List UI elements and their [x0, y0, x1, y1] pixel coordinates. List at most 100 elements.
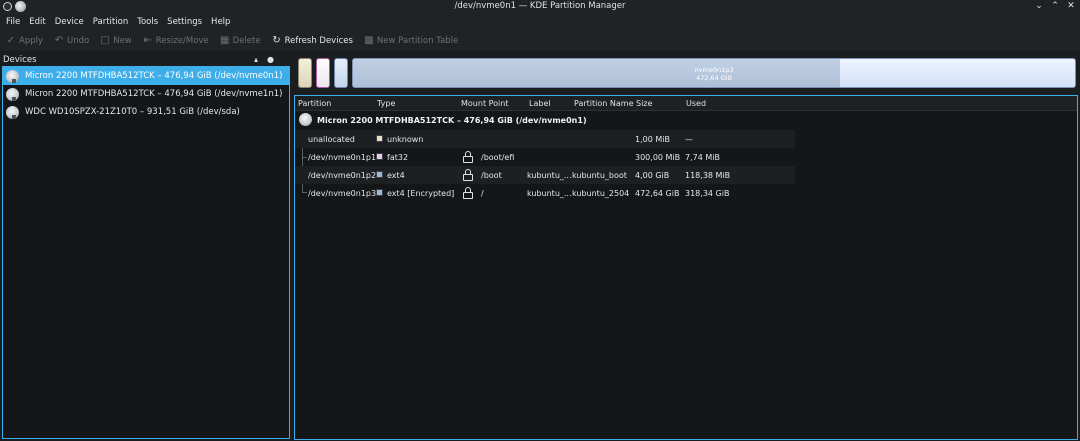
- device-item[interactable]: Micron 2200 MTFDHBA512TCK – 476,94 GiB (…: [3, 85, 289, 103]
- maximize-icon[interactable]: ⌃: [1050, 2, 1060, 12]
- table-header: Partition Type Mount Point Label Partiti…: [295, 96, 1077, 111]
- new-button[interactable]: □ New: [100, 35, 132, 46]
- partition-segment-p2[interactable]: [334, 58, 348, 88]
- menu-bar: File Edit Device Partition Tools Setting…: [0, 14, 1080, 30]
- cell-partition: /dev/nvme0n1p3: [308, 189, 377, 198]
- menu-settings[interactable]: Settings: [167, 17, 202, 27]
- cell-partition: unallocated: [308, 135, 355, 144]
- partition-segment-label: nvme0n1p3: [694, 66, 734, 74]
- cell-used: 7,74 MiB: [685, 153, 720, 162]
- menu-file[interactable]: File: [6, 17, 20, 27]
- column-header-partition[interactable]: Partition: [298, 99, 331, 108]
- toolbar: ✓ Apply ↶ Undo □ New ⇤ Resize/Move ▦ Del…: [0, 30, 1080, 52]
- cell-used: —: [685, 135, 693, 144]
- partition-segment-p3[interactable]: nvme0n1p3 472,64 GiB: [352, 58, 1076, 88]
- delete-button[interactable]: ▦ Delete: [219, 34, 261, 46]
- cell-size: 1,00 MiB: [635, 135, 670, 144]
- table-row[interactable]: /dev/nvme0n1p1 fat32 /boot/efi 300,00 Mi…: [295, 148, 795, 166]
- cell-mount-point: /: [481, 189, 484, 198]
- device-label: WDC WD10SPZX-21Z10T0 – 931,51 GiB (/dev/…: [25, 107, 240, 117]
- refresh-devices-button[interactable]: ↻ Refresh Devices: [272, 34, 353, 46]
- table-row[interactable]: /dev/nvme0n1p3 ext4 [Encrypted] / kubunt…: [295, 184, 795, 202]
- refresh-devices-label: Refresh Devices: [284, 35, 353, 46]
- new-table-icon: ▩: [364, 34, 374, 46]
- resize-move-button[interactable]: ⇤ Resize/Move: [143, 34, 209, 46]
- column-header-type[interactable]: Type: [377, 99, 395, 108]
- menu-tools[interactable]: Tools: [137, 17, 158, 27]
- close-icon[interactable]: ✕: [1066, 2, 1076, 12]
- new-partition-table-button[interactable]: ▩ New Partition Table: [364, 34, 459, 46]
- cell-size: 300,00 MiB: [635, 153, 681, 162]
- column-header-mount-point[interactable]: Mount Point: [461, 99, 508, 108]
- type-color-swatch: [376, 171, 383, 178]
- lock-icon: [463, 151, 473, 163]
- apply-label: Apply: [19, 35, 43, 46]
- undo-icon: ↶: [54, 34, 64, 46]
- minimize-icon[interactable]: ⌄: [1034, 2, 1044, 12]
- cell-size: 472,64 GiB: [635, 189, 680, 198]
- table-row[interactable]: unallocated unknown 1,00 MiB —: [295, 130, 795, 148]
- column-header-used[interactable]: Used: [686, 99, 706, 108]
- cell-partition-name: kubuntu_boot: [572, 171, 627, 180]
- type-color-swatch: [376, 189, 383, 196]
- undo-label: Undo: [67, 35, 90, 46]
- menu-edit[interactable]: Edit: [29, 17, 45, 27]
- delete-label: Delete: [232, 35, 261, 46]
- devices-header: Devices: [3, 55, 37, 65]
- cell-partition-name: kubuntu_2504: [572, 189, 630, 198]
- partition-segment-size: 472,64 GiB: [695, 74, 733, 82]
- devices-list: Micron 2200 MTFDHBA512TCK – 476,94 GiB (…: [2, 66, 290, 439]
- cell-partition: /dev/nvme0n1p2: [308, 171, 377, 180]
- new-label: New: [113, 35, 132, 46]
- partition-segment-p1[interactable]: [316, 58, 330, 88]
- device-label: Micron 2200 MTFDHBA512TCK – 476,94 GiB (…: [25, 71, 283, 81]
- new-partition-table-label: New Partition Table: [376, 35, 459, 46]
- device-item[interactable]: Micron 2200 MTFDHBA512TCK – 476,94 GiB (…: [3, 67, 289, 85]
- menu-help[interactable]: Help: [211, 17, 230, 27]
- cell-type: unknown: [387, 135, 424, 144]
- title-bar: /dev/nvme0n1 — KDE Partition Manager ⌄ ⌃…: [0, 0, 1080, 14]
- cell-type: fat32: [387, 153, 409, 162]
- check-icon: ✓: [6, 34, 16, 46]
- cell-label: kubuntu_...: [527, 171, 572, 180]
- menu-partition[interactable]: Partition: [93, 17, 128, 27]
- menu-device[interactable]: Device: [55, 17, 84, 27]
- lock-icon: [463, 169, 473, 181]
- partition-segment-unallocated[interactable]: [298, 58, 312, 88]
- column-header-size[interactable]: Size: [636, 99, 652, 108]
- apply-button[interactable]: ✓ Apply: [6, 34, 43, 46]
- type-color-swatch: [376, 153, 383, 160]
- refresh-icon: ↻: [272, 34, 281, 46]
- resize-icon: ⇤: [143, 34, 152, 46]
- float-icon[interactable]: ▴: [254, 55, 267, 64]
- harddisk-icon: [6, 87, 19, 101]
- table-row[interactable]: /dev/nvme0n1p2 ext4 /boot kubuntu_... ku…: [295, 166, 795, 184]
- dock-buttons: ▴●: [254, 55, 283, 64]
- cell-type: ext4 [Encrypted]: [387, 189, 455, 198]
- harddisk-icon: [6, 69, 19, 83]
- harddisk-icon: [299, 113, 312, 126]
- harddisk-icon: [6, 105, 19, 119]
- device-title: Micron 2200 MTFDHBA512TCK – 476,94 GiB (…: [317, 116, 587, 125]
- cell-used: 318,34 GiB: [685, 189, 730, 198]
- cell-label: kubuntu_...: [527, 189, 572, 198]
- resize-move-label: Resize/Move: [155, 35, 209, 46]
- window-title: /dev/nvme0n1 — KDE Partition Manager: [454, 1, 626, 11]
- cell-mount-point: /boot: [481, 171, 502, 180]
- column-header-partition-name[interactable]: Partition Name: [574, 99, 633, 108]
- device-label: Micron 2200 MTFDHBA512TCK – 476,94 GiB (…: [25, 89, 283, 99]
- device-item[interactable]: WDC WD10SPZX-21Z10T0 – 931,51 GiB (/dev/…: [3, 103, 289, 121]
- type-color-swatch: [376, 135, 383, 142]
- undo-button[interactable]: ↶ Undo: [54, 34, 90, 46]
- cell-partition: /dev/nvme0n1p1: [308, 153, 377, 162]
- close-dock-icon[interactable]: ●: [267, 55, 283, 64]
- cell-type: ext4: [387, 171, 405, 180]
- cell-mount-point: /boot/efi: [481, 153, 515, 162]
- trash-icon: ▦: [219, 34, 230, 46]
- lock-icon: [463, 187, 473, 199]
- cell-size: 4,00 GiB: [635, 171, 670, 180]
- column-header-label[interactable]: Label: [529, 99, 551, 108]
- cell-used: 118,38 MiB: [685, 171, 731, 180]
- devices-panel: Devices ▴● Micron 2200 MTFDHBA512TCK – 4…: [0, 54, 291, 441]
- partition-table: Partition Type Mount Point Label Partiti…: [294, 95, 1078, 440]
